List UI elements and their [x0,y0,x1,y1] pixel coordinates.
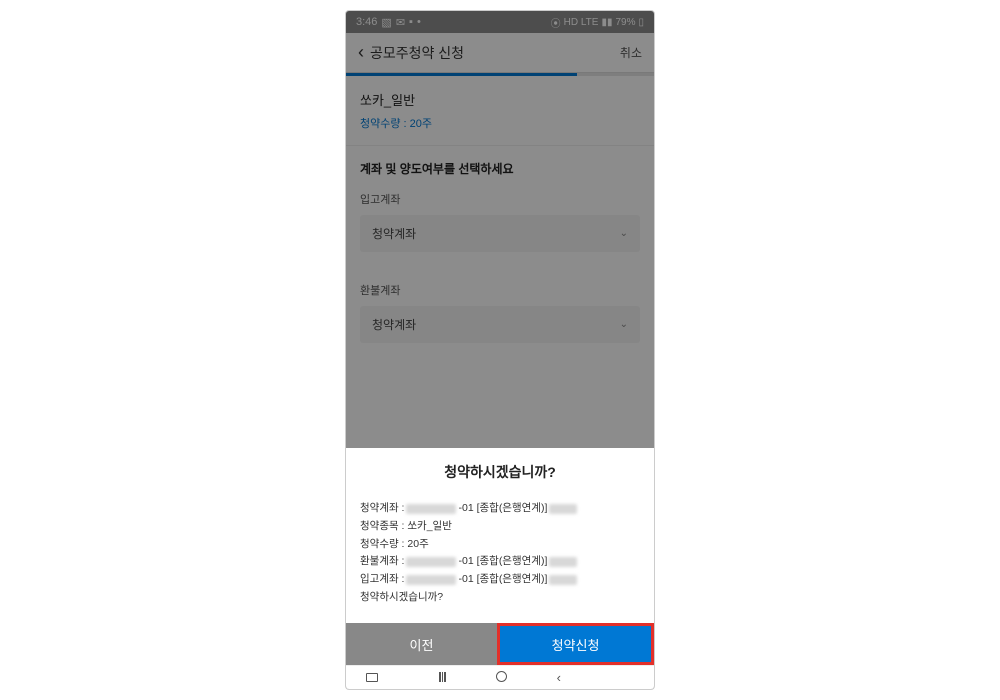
phone-frame: 3:46 ▧ ✉ ▪ • ⦿ HD LTE ▮▮ 79% ▯ ‹ 공모주청약 신… [345,10,655,690]
masked-value [406,504,456,514]
back-nav-icon[interactable]: ‹ [557,670,561,685]
masked-value [406,575,456,585]
modal-row-refund: 환불계좌 : -01 [종합(은행연계)] [360,553,640,571]
modal-row-confirm: 청약하시겠습니까? [360,589,640,607]
recents-icon[interactable] [439,670,446,685]
masked-value [549,504,577,514]
confirm-modal: 청약하시겠습니까? 청약계좌 : -01 [종합(은행연계)] 청약종목 : 쏘… [346,448,654,665]
modal-row-qty: 청약수량 : 20주 [360,536,640,554]
modal-row-account: 청약계좌 : -01 [종합(은행연계)] [360,500,640,518]
modal-row-stock: 청약종목 : 쏘카_일반 [360,518,640,536]
home-icon[interactable] [496,669,507,687]
masked-value [549,575,577,585]
modal-buttons: 이전 청약신청 [346,623,654,665]
modal-body: 청약계좌 : -01 [종합(은행연계)] 청약종목 : 쏘카_일반 청약수량 … [346,492,654,623]
modal-row-deposit: 입고계좌 : -01 [종합(은행연계)] [360,571,640,589]
masked-value [549,557,577,567]
submit-button-highlight: 청약신청 [497,623,654,665]
masked-value [406,557,456,567]
system-nav-bar: ‹ [346,665,654,689]
prev-button[interactable]: 이전 [346,623,497,665]
modal-title: 청약하시겠습니까? [346,448,654,492]
submit-button[interactable]: 청약신청 [500,626,651,662]
recent-apps-icon[interactable] [366,669,378,687]
